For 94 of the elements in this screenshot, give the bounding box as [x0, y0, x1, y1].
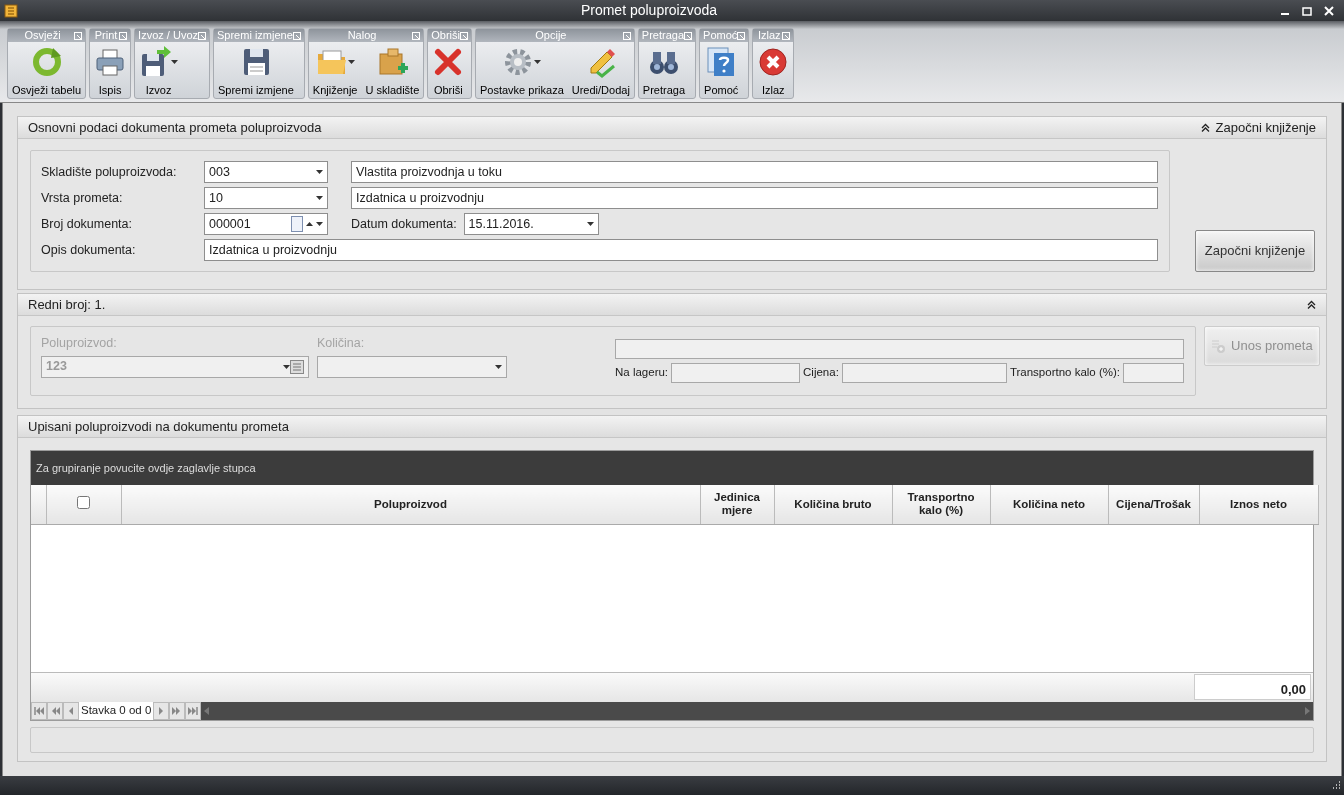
ribbon-button[interactable]: Pretraga: [640, 42, 688, 101]
ribbon-button[interactable]: Knjiženje: [310, 42, 360, 101]
ribbon-button[interactable]: Osvježi tabelu: [10, 42, 84, 101]
warehouse-name-field[interactable]: Vlastita proizvodnja u toku: [351, 161, 1158, 183]
spin-down-icon: [316, 222, 323, 226]
column-header[interactable]: Jedinica mjere: [700, 485, 774, 524]
group-by-panel: Za grupiranje povucite ovdje zaglavlje stupca: [31, 451, 1313, 485]
date-dropdown[interactable]: 15.11.2016.: [463, 213, 599, 235]
launcher-icon[interactable]: [622, 31, 631, 40]
field-label: Cijena:: [803, 365, 839, 381]
prev-page-icon: [50, 706, 60, 715]
refresh-icon: [30, 46, 63, 78]
next-page-icon: [172, 706, 183, 715]
group-caption: Izvoz / Uvoz: [138, 29, 198, 42]
field-label: Broj dokumenta:: [41, 215, 134, 233]
field-label: Količina:: [317, 335, 366, 352]
caret-icon: [316, 170, 323, 174]
movement-type-dropdown[interactable]: 10: [204, 187, 328, 209]
floppy-arrow-icon: [139, 46, 172, 78]
blank-icon: [291, 216, 303, 232]
close-icon: [757, 46, 790, 78]
start-posting-button[interactable]: Započni knjiženje: [1195, 230, 1315, 272]
launcher-icon[interactable]: [292, 31, 301, 40]
column-header[interactable]: Količina bruto: [774, 485, 892, 524]
list-icon[interactable]: [290, 359, 304, 374]
first-icon: [34, 706, 44, 715]
panel-title: Upisani poluproizvodi na dokumentu prometa: [28, 417, 290, 436]
field-label: Skladište poluproizvoda:: [41, 163, 178, 181]
column-header[interactable]: Cijena/Trošak: [1108, 485, 1199, 524]
field-label: Transportno kalo (%):: [1009, 365, 1121, 381]
printer-icon: [94, 46, 127, 78]
column-header[interactable]: Količina neto: [990, 485, 1108, 524]
launcher-icon[interactable]: [198, 31, 206, 40]
caret-icon: [171, 60, 179, 64]
ribbon-button[interactable]: Obriši: [430, 42, 467, 101]
close-icon[interactable]: [1324, 5, 1334, 16]
document-number-spinner[interactable]: 000001: [204, 213, 328, 235]
caret-icon: [347, 60, 355, 64]
launcher-icon[interactable]: [737, 31, 746, 40]
launcher-icon[interactable]: [74, 31, 83, 40]
ribbon-button[interactable]: Izvoz: [137, 42, 181, 101]
caret-icon: [495, 364, 502, 369]
ribbon-button[interactable]: Postavke prikaza: [478, 42, 566, 101]
group-caption: Osvježi: [23, 29, 62, 42]
window-title: Promet poluproizvoda: [579, 1, 719, 20]
launcher-icon[interactable]: [119, 31, 128, 40]
launcher-icon[interactable]: [460, 31, 468, 40]
collapse-link[interactable]: Započni knjiženje: [1215, 117, 1316, 138]
group-caption: Izlaz: [757, 29, 782, 42]
field-label: Datum dokumenta:: [351, 215, 457, 233]
caret-icon: [283, 364, 290, 369]
ribbon-button[interactable]: Spremi izmjene: [216, 42, 296, 101]
column-header[interactable]: Poluproizvod: [121, 485, 700, 524]
field-label: Vrsta prometa:: [41, 189, 124, 207]
column-header[interactable]: Transportno kalo (%): [892, 485, 990, 524]
field-label: Opis dokumenta:: [41, 241, 137, 259]
boxes-icon: [376, 46, 409, 78]
movement-type-name-field[interactable]: Izdatnica u proizvodnju: [351, 187, 1158, 209]
caret-icon: [586, 222, 594, 226]
description-field[interactable]: Izdatnica u proizvodnju: [204, 239, 1158, 261]
panel-title: Osnovni podaci dokumenta prometa poluproizvoda: [28, 118, 323, 137]
total-cell: 0,00: [1194, 673, 1311, 700]
group-caption: Nalog: [346, 29, 378, 42]
select-all-checkbox[interactable]: [77, 496, 90, 510]
panel-title: Redni broj: 1.: [28, 295, 107, 314]
ribbon-button[interactable]: Ispis: [92, 42, 129, 101]
ribbon-button[interactable]: U skladište: [363, 42, 422, 101]
field-label: Na lageru:: [615, 365, 669, 381]
resize-grip-icon[interactable]: [1331, 780, 1341, 791]
caret-icon: [316, 196, 323, 200]
launcher-icon[interactable]: [782, 31, 791, 40]
group-caption: Spremi izmjene: [217, 29, 293, 42]
ribbon-button[interactable]: Izlaz: [755, 42, 792, 101]
ribbon-button[interactable]: Pomoć: [702, 42, 741, 101]
column-header[interactable]: Iznos neto: [1199, 485, 1318, 524]
field-label: Poluproizvod:: [41, 335, 118, 352]
scroll-right-icon: [1305, 706, 1310, 715]
spin-up-icon[interactable]: [306, 222, 313, 226]
launcher-icon[interactable]: [412, 31, 421, 40]
maximize-icon[interactable]: [1302, 5, 1312, 16]
ribbon-button[interactable]: Uredi/Dodaj: [569, 42, 632, 101]
scroll-left-icon: [204, 706, 210, 715]
app-icon: [4, 3, 18, 18]
caret-icon: [534, 60, 542, 64]
group-caption: Obriši: [431, 29, 460, 42]
last-icon: [188, 706, 199, 715]
group-caption: Print: [93, 29, 119, 42]
launcher-icon[interactable]: [684, 31, 693, 40]
group-caption: Pomoć: [703, 29, 738, 42]
collapse-icon[interactable]: [1200, 123, 1210, 132]
add-list-icon: [1211, 339, 1226, 353]
group-caption: Pretraga: [641, 29, 685, 42]
group-caption: Opcije: [534, 29, 568, 42]
warehouse-code-dropdown[interactable]: 003: [204, 161, 328, 183]
